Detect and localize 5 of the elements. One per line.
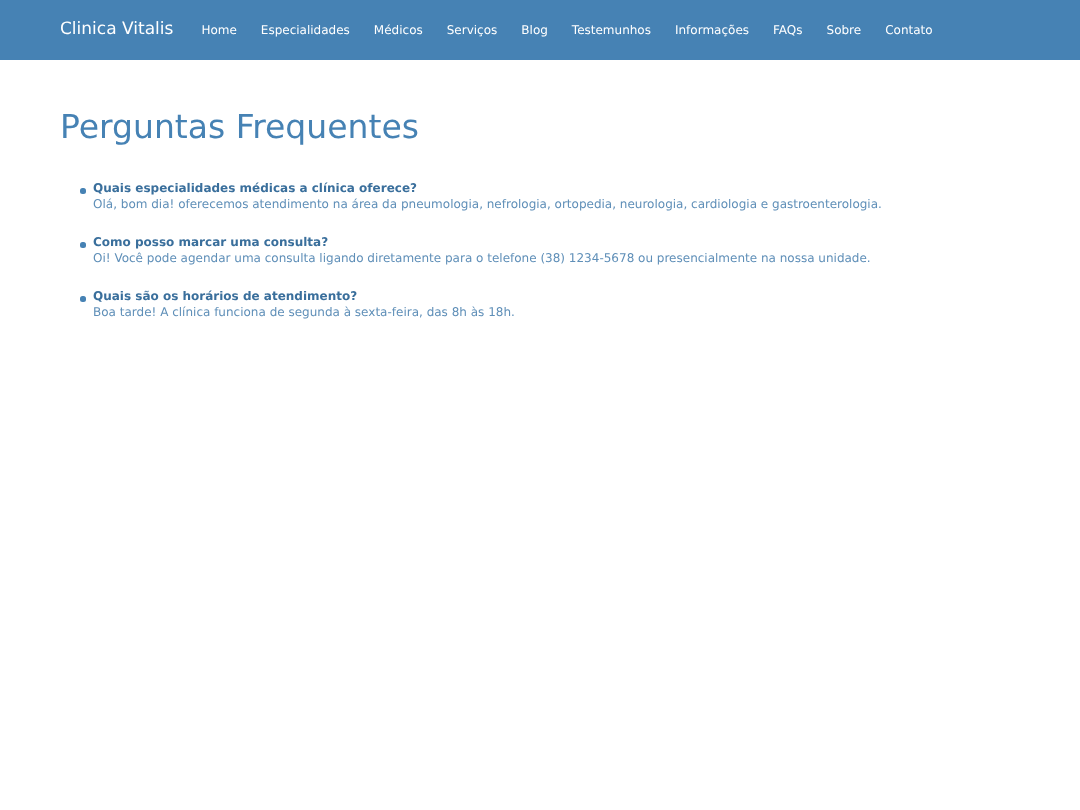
bullet-icon — [80, 296, 85, 301]
brand-link[interactable]: Clinica Vitalis — [60, 20, 174, 40]
bullet-icon — [80, 188, 85, 193]
page-title: Perguntas Frequentes — [60, 108, 421, 146]
bullet-icon — [80, 242, 85, 247]
